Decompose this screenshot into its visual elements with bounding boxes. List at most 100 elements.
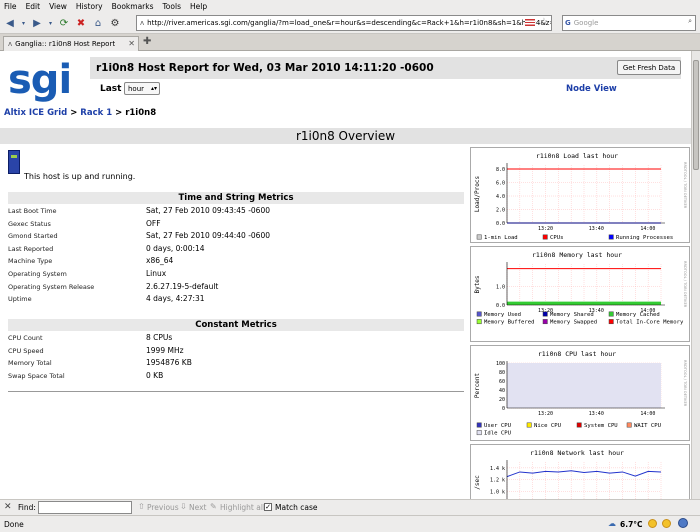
menu-edit[interactable]: Edit (26, 2, 41, 11)
find-highlight-button[interactable]: Highlight all (220, 503, 265, 512)
time-metric-value: OFF (146, 218, 161, 228)
back-arrow-icon[interactable]: ◀ (3, 16, 17, 30)
chart-ylabel: /sec (474, 475, 481, 490)
node-view-link[interactable]: Node View (566, 84, 617, 94)
load-graph-panel[interactable]: r1i0n8 Load last hour Load/Procs RRDTOOL /… (470, 147, 690, 243)
temperature-text: 6.7°C (620, 520, 643, 529)
legend-label: Nice CPU (534, 423, 561, 429)
url-bar[interactable]: ʌ http://river.americas.sgi.com/ganglia/… (136, 15, 552, 31)
url-text: http://river.americas.sgi.com/ganglia/?m… (147, 19, 552, 27)
cpu-graph-panel[interactable]: r1i0n8 CPU last hour Percent RRDTOOL / TOB… (470, 345, 690, 441)
scrollbar-thumb[interactable] (693, 60, 699, 170)
time-metrics-header: Time and String Metrics (8, 192, 464, 204)
crumb-separator: > (112, 108, 126, 118)
time-range-select[interactable]: hour ▴▾ (124, 82, 160, 95)
chart-title: r1i0n8 Memory last hour (532, 251, 622, 259)
y-tick-label: 100 (496, 361, 505, 367)
constant-metric-value: 8 CPUs (146, 333, 173, 342)
menu-bookmarks[interactable]: Bookmarks (112, 2, 154, 11)
legend-swatch (542, 311, 548, 317)
legend-swatch (626, 422, 632, 428)
legend-swatch (476, 422, 482, 428)
chart-ylabel: Bytes (474, 275, 481, 293)
addon-icon[interactable]: ⚙ (108, 16, 122, 30)
dropdown-arrow-icon[interactable]: ▾ (20, 16, 27, 30)
search-engine-icon[interactable]: G (565, 19, 571, 27)
weather-icon: ☁ (608, 519, 616, 528)
sun-icon (662, 519, 671, 528)
chart-ylabel: Load/Procs (474, 176, 481, 213)
tab-bar: ʌ Ganglia:: r1i0n8 Host Report ✕ ✚ (0, 34, 700, 51)
search-input[interactable]: Google (574, 19, 599, 27)
menu-help[interactable]: Help (190, 2, 207, 11)
time-metric-label: Last Boot Time (8, 207, 57, 215)
y-tick-label: 0.0 (496, 221, 505, 227)
legend-label: Memory Shared (550, 312, 594, 318)
host-status-text: This host is up and running. (24, 172, 136, 181)
crumb-grid-link[interactable]: Altix ICE Grid (4, 108, 67, 118)
find-next-button[interactable]: Next (189, 503, 206, 512)
y-tick-label: 1.4 k (490, 466, 505, 472)
legend-swatch (476, 234, 482, 240)
y-tick-label: 4.0 (496, 194, 505, 200)
star-icon[interactable]: ☆ (540, 17, 548, 27)
highlight-icon[interactable]: ✎ (210, 502, 217, 511)
chevron-down-icon: ▴▾ (150, 85, 157, 92)
menu-file[interactable]: File (4, 2, 17, 11)
chart-title: r1i0n8 Load last hour (536, 152, 618, 160)
stop-icon[interactable]: ✖ (74, 16, 88, 30)
legend-swatch (608, 311, 614, 317)
menu-history[interactable]: History (76, 2, 103, 11)
legend-swatch (542, 319, 548, 325)
legend-label: Memory Buffered (484, 320, 535, 326)
home-icon[interactable]: ⌂ (91, 16, 105, 30)
next-arrow-icon[interactable]: ⇩ (180, 502, 187, 511)
legend-label: Memory Swapped (550, 320, 597, 326)
y-tick-label: 20 (499, 397, 505, 403)
menu-bar: File Edit View History Bookmarks Tools H… (0, 0, 700, 13)
time-metric-label: Last Reported (8, 244, 54, 253)
dropdown-arrow-icon[interactable]: ▾ (47, 16, 54, 30)
search-icon[interactable]: ⌕ (688, 17, 692, 26)
find-input[interactable] (38, 501, 132, 514)
y-tick-label: 1.0 k (490, 489, 505, 495)
menu-tools[interactable]: Tools (163, 2, 181, 11)
tab-ganglia[interactable]: ʌ Ganglia:: r1i0n8 Host Report ✕ (3, 36, 139, 51)
search-box[interactable]: G Google ⌕ (562, 15, 696, 31)
constant-metric-label: CPU Count (8, 334, 43, 342)
flag-icon (525, 19, 535, 26)
forward-arrow-icon[interactable]: ▶ (30, 16, 44, 30)
cpu-chart: r1i0n8 CPU last hour Percent RRDTOOL / TOB… (474, 350, 687, 437)
sun-icon (648, 519, 657, 528)
legend-swatch (476, 311, 482, 317)
network-graph-panel[interactable]: r1i0n8 Network last hour/sec 1.0 k 1.2 k 1.… (470, 444, 690, 499)
divider (8, 391, 464, 392)
chart-side-label: RRDTOOL / TOBI OETIKER (683, 261, 687, 308)
time-metric-value: Linux (146, 269, 167, 278)
y-tick-label: 40 (499, 388, 505, 394)
legend-label: System CPU (584, 423, 618, 429)
legend-swatch (542, 234, 548, 240)
close-icon[interactable]: ✕ (128, 39, 135, 48)
y-tick-label: 80 (499, 370, 505, 376)
load-chart: r1i0n8 Load last hour Load/Procs RRDTOOL /… (474, 152, 687, 241)
menu-view[interactable]: View (49, 2, 67, 11)
reload-icon[interactable]: ⟳ (57, 16, 71, 30)
previous-arrow-icon[interactable]: ⇧ (138, 502, 145, 511)
x-tick-label: 13:20 (538, 411, 553, 417)
time-metric-value: 0 days, 0:00:14 (146, 243, 205, 253)
close-icon[interactable]: ✕ (4, 502, 12, 512)
memory-graph-panel[interactable]: r1i0n8 Memory last hour Bytes RRDTOOL / TO… (470, 246, 690, 342)
addon-status-icon[interactable] (678, 518, 688, 528)
memory-chart: r1i0n8 Memory last hour Bytes RRDTOOL / TO… (474, 251, 687, 326)
legend-swatch (608, 234, 614, 240)
get-fresh-data-button[interactable]: Get Fresh Data (617, 60, 681, 75)
crumb-rack-link[interactable]: Rack 1 (80, 108, 112, 118)
match-case-checkbox[interactable]: ✓ (264, 503, 272, 511)
legend-label: WAIT CPU (634, 423, 661, 429)
new-tab-icon[interactable]: ✚ (143, 36, 151, 47)
find-previous-button[interactable]: Previous (147, 503, 179, 512)
vertical-scrollbar[interactable] (691, 51, 700, 499)
page-icon: ʌ (8, 40, 13, 48)
time-metric-label: Operating System Release (8, 282, 95, 291)
